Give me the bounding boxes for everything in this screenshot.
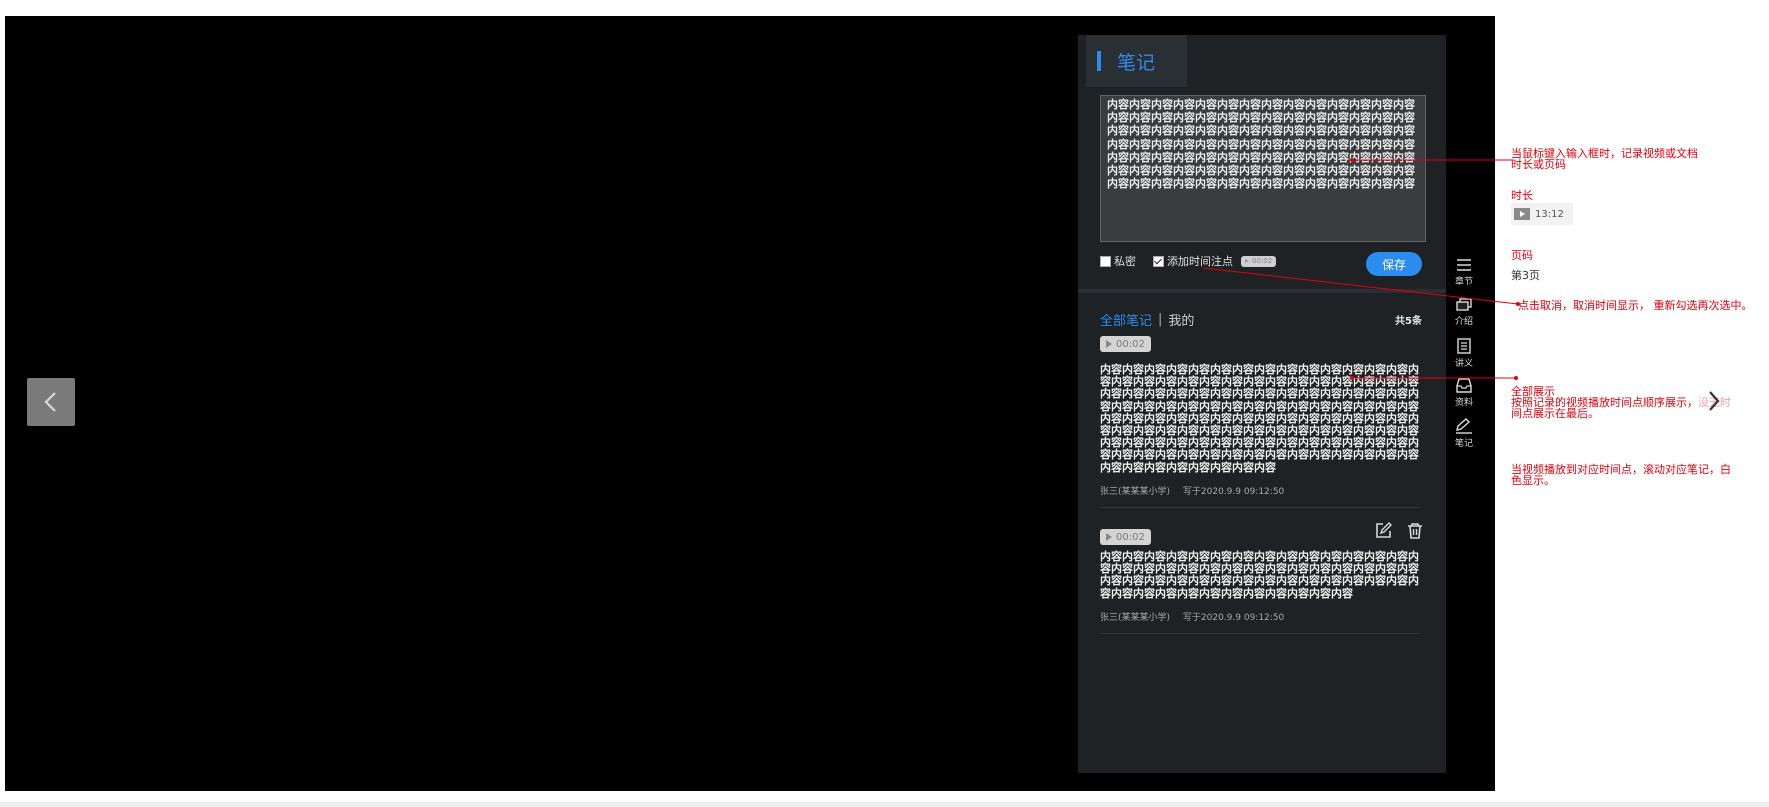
private-label: 私密 xyxy=(1114,255,1136,268)
note-time: 00:02 xyxy=(1116,338,1145,350)
sidebar-item-label: 资料 xyxy=(1454,398,1473,408)
note-filters: 全部笔记 | 我的 xyxy=(1100,310,1194,329)
panel-title: 笔记 xyxy=(1117,51,1156,74)
note-divider xyxy=(1100,506,1420,508)
page-value: 第3页 xyxy=(1511,269,1540,282)
note-meta: 张三(某某某小学) 写于2020.9.9 09:12:50 xyxy=(1100,610,1420,623)
play-icon xyxy=(1106,533,1112,541)
document-icon xyxy=(1457,338,1471,354)
note-count: 共5条 xyxy=(1395,316,1422,327)
duration-chip: 13:12 xyxy=(1511,203,1573,225)
delete-icon[interactable] xyxy=(1406,522,1424,540)
play-icon xyxy=(1106,340,1112,348)
annotation-checkbox: 点击取消，取消时间显示， 重新勾选再次选中。 xyxy=(1518,299,1753,312)
intro-icon xyxy=(1456,298,1472,311)
time-point-value: 00:02 xyxy=(1252,257,1273,265)
note-body: 内容内容内容内容内容内容内容内容内容内容内容内容内容内容内容内容内容内容内容内容… xyxy=(1100,363,1419,474)
notes-tab[interactable]: 笔记 xyxy=(1086,35,1187,87)
duration-label: 时长 xyxy=(1511,189,1533,202)
sidebar-item-intro[interactable]: 介绍 xyxy=(1448,298,1480,338)
section-divider xyxy=(1078,289,1446,293)
sidebar-item-notes[interactable]: 笔记 xyxy=(1448,418,1480,458)
note-date: 写于2020.9.9 09:12:50 xyxy=(1182,612,1285,623)
tab-my-notes[interactable]: 我的 xyxy=(1168,310,1194,329)
annotation-input: 当鼠标键入输入框时，记录视频或文档 时长或页码 xyxy=(1511,148,1698,170)
note-options: 私密 添加时间注点 00:02 xyxy=(1100,251,1277,271)
edit-icon[interactable] xyxy=(1374,522,1392,540)
add-time-checkbox[interactable] xyxy=(1153,255,1164,267)
note-input[interactable]: 内容内容内容内容内容内容内容内容内容内容内容内容内容内容内容内容内容内容内容内容… xyxy=(1100,95,1426,242)
sidebar-item-label: 笔记 xyxy=(1454,439,1473,449)
time-point-chip: 00:02 xyxy=(1241,255,1277,267)
list-icon xyxy=(1457,259,1471,271)
note-time-chip[interactable]: 00:02 xyxy=(1100,529,1151,545)
note-author: 张三(某某某小学) xyxy=(1100,612,1171,623)
note-item: 00:02 内容内容内容内容内容内容内容内容内容内容内容内容内容内容内容内容内容… xyxy=(1100,333,1420,508)
sidebar-item-label: 章节 xyxy=(1454,277,1473,287)
window-bottom-bar xyxy=(0,802,1769,807)
note-date: 写于2020.9.9 09:12:50 xyxy=(1182,486,1285,497)
note-divider xyxy=(1100,632,1420,634)
notes-panel: 笔记 内容内容内容内容内容内容内容内容内容内容内容内容内容内容内容内容内容内容内… xyxy=(1078,35,1446,773)
annotation-text: 时长或页码 xyxy=(1511,158,1566,171)
previous-button[interactable] xyxy=(27,378,75,426)
tab-all-notes[interactable]: 全部笔记 xyxy=(1100,310,1152,329)
annotation-order: 全部展示 按照记录的视频播放时间点顺序展示，没无时 间点展示在最后。 xyxy=(1511,386,1731,419)
sidebar-item-materials[interactable]: 资料 xyxy=(1448,378,1480,418)
annotation-scroll: 当视频播放到对应时间点，滚动对应笔记，白 色显示。 xyxy=(1511,464,1731,486)
note-time-chip[interactable]: 00:02 xyxy=(1100,336,1151,352)
note-tools xyxy=(1374,522,1424,540)
page-label: 页码 xyxy=(1511,249,1533,262)
private-checkbox[interactable] xyxy=(1100,255,1111,267)
note-meta: 张三(某某某小学) 写于2020.9.9 09:12:50 xyxy=(1100,484,1420,497)
inbox-icon xyxy=(1456,378,1472,393)
play-icon xyxy=(1245,259,1249,263)
note-author: 张三(某某某小学) xyxy=(1100,486,1171,497)
add-time-label: 添加时间注点 xyxy=(1167,255,1233,268)
note-item: 00:02 内容内容内容内容内容内容内容内容内容内容内容内容内容内容内容内容内容… xyxy=(1100,522,1422,634)
sidebar-item-handout[interactable]: 讲义 xyxy=(1448,338,1480,378)
save-button[interactable]: 保存 xyxy=(1366,252,1422,276)
sidebar-item-label: 介绍 xyxy=(1454,317,1473,327)
note-body: 内容内容内容内容内容内容内容内容内容内容内容内容内容内容内容内容内容内容内容内容… xyxy=(1100,550,1419,600)
tab-accent-bar xyxy=(1097,51,1101,71)
chevron-left-icon xyxy=(44,392,56,412)
duration-value: 13:12 xyxy=(1535,208,1564,220)
annotation-text: 间点展示在最后。 xyxy=(1511,407,1599,420)
pen-icon xyxy=(1456,418,1472,434)
sidebar-item-chapters[interactable]: 章节 xyxy=(1448,258,1480,298)
side-nav: 章节 介绍 讲义 资料 笔记 xyxy=(1448,258,1480,458)
play-icon xyxy=(1514,208,1530,220)
annotation-text: 色显示。 xyxy=(1511,474,1555,487)
sidebar-item-label: 讲义 xyxy=(1454,359,1473,369)
filter-divider: | xyxy=(1158,312,1163,327)
chevron-right-icon[interactable] xyxy=(1707,390,1721,416)
note-time: 00:02 xyxy=(1116,531,1145,543)
